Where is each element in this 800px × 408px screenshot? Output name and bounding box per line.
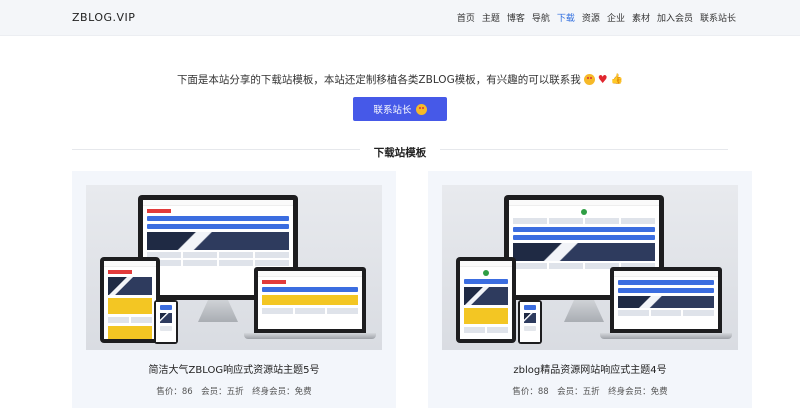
nav-item-join-member[interactable]: 加入会员	[657, 11, 693, 24]
top-navigation-bar: ZBLOG.VIP 首页 主题 博客 导航 下载 资源 企业 素材 加入会员 联…	[0, 0, 800, 36]
main-nav: 首页 主题 博客 导航 下载 资源 企业 素材 加入会员 联系站长	[457, 11, 736, 24]
template-card[interactable]: 简洁大气ZBLOG响应式资源站主题5号 售价：86 会员：五折 终身会员：免费	[72, 171, 396, 408]
nav-item-navigation[interactable]: 导航	[532, 11, 550, 24]
nav-item-themes[interactable]: 主题	[482, 11, 500, 24]
nav-item-resources[interactable]: 资源	[582, 11, 600, 24]
tablet-mockup	[456, 257, 516, 343]
nav-item-materials[interactable]: 素材	[632, 11, 650, 24]
hero-message: 下面是本站分享的下载站模板，本站还定制移植各类ZBLOG模板，有兴趣的可以联系我…	[177, 72, 623, 87]
template-title[interactable]: zblog精品资源网站响应式主题4号	[442, 361, 738, 376]
phone-mockup	[518, 300, 542, 344]
phone-mockup	[154, 300, 178, 344]
hero-text: 下面是本站分享的下载站模板，本站还定制移植各类ZBLOG模板，有兴趣的可以联系我	[176, 74, 581, 86]
site-logo[interactable]: ZBLOG.VIP	[72, 11, 135, 24]
hero-section: 下面是本站分享的下载站模板，本站还定制移植各类ZBLOG模板，有兴趣的可以联系我…	[0, 36, 800, 121]
tablet-mockup	[100, 257, 160, 343]
laptop-mockup	[254, 267, 366, 333]
template-card[interactable]: zblog精品资源网站响应式主题4号 售价：88 会员：五折 终身会员：免费	[428, 171, 752, 408]
nav-item-blog[interactable]: 博客	[507, 11, 525, 24]
template-pricing: 售价：86 会员：五折 终身会员：免费	[156, 387, 312, 397]
contact-admin-label: 联系站长	[373, 105, 412, 116]
laptop-mockup	[610, 267, 722, 333]
template-thumbnail[interactable]	[442, 185, 738, 350]
template-pricing: 售价：88 会员：五折 终身会员：免费	[512, 387, 668, 397]
section-title: 下载站模板	[359, 147, 441, 159]
template-title[interactable]: 简洁大气ZBLOG响应式资源站主题5号	[86, 361, 382, 376]
contact-admin-button[interactable]: 联系站长	[353, 97, 447, 121]
nav-item-enterprise[interactable]: 企业	[607, 11, 625, 24]
template-card-list: 简洁大气ZBLOG响应式资源站主题5号 售价：86 会员：五折 终身会员：免费	[72, 171, 752, 408]
smiley-face-icon	[415, 103, 427, 115]
template-thumbnail[interactable]	[86, 185, 382, 350]
nav-item-contact[interactable]: 联系站长	[700, 11, 736, 24]
thumbs-up-icon: 👍	[610, 73, 624, 85]
heart-icon: ♥	[597, 73, 608, 86]
nav-item-download[interactable]: 下载	[557, 11, 575, 24]
star-struck-face-icon	[583, 74, 595, 85]
nav-item-home[interactable]: 首页	[457, 11, 475, 24]
section-header: 下载站模板	[72, 141, 728, 159]
